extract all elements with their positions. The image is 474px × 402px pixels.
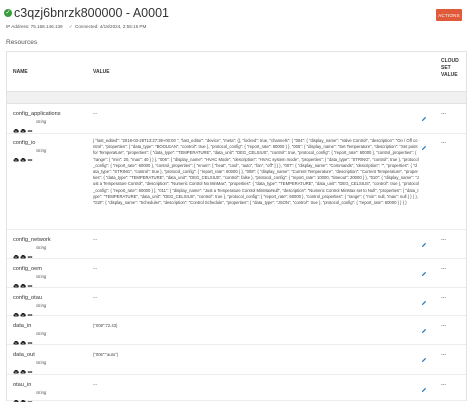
- resource-type: string: [36, 274, 47, 279]
- cloud-download-icon[interactable]: [20, 275, 26, 288]
- eye-icon[interactable]: [27, 120, 33, 132]
- cloud-set-value: ---: [441, 352, 446, 358]
- column-header-cloud-line1: CLOUD: [441, 58, 459, 64]
- eye-icon[interactable]: [27, 246, 33, 258]
- column-header-cloud-line3: VALUE: [441, 72, 458, 78]
- pencil-icon[interactable]: [421, 109, 427, 122]
- table-row: config_oemstring --- ---: [7, 259, 466, 288]
- resource-name: config_otau: [13, 295, 42, 301]
- resource-name: config_applications: [13, 111, 61, 117]
- pencil-icon[interactable]: [421, 380, 427, 393]
- table-row: config_otaustring --- ---: [7, 288, 466, 317]
- resource-name: otau_in: [13, 382, 32, 388]
- pencil-icon[interactable]: [421, 138, 427, 151]
- resource-type: string: [36, 119, 47, 124]
- resource-name: data_in: [13, 323, 32, 329]
- cloud-set-value: ---: [441, 237, 446, 243]
- eye-icon[interactable]: [27, 304, 33, 316]
- table-row: data_instring {"008":72.43} ---: [7, 316, 466, 345]
- cloud-download-icon[interactable]: [20, 332, 26, 345]
- resource-name: config_io: [13, 140, 36, 146]
- resource-name: config_oem: [13, 266, 42, 272]
- resource-icons: string: [13, 390, 47, 402]
- resource-value: {"006":"auto"}: [93, 352, 119, 357]
- cloud-upload-icon[interactable]: [13, 332, 19, 345]
- cloud-set-value: ---: [441, 382, 446, 388]
- resource-icons: string: [13, 245, 47, 259]
- check-circle-icon: ✓: [4, 9, 12, 17]
- ip-address: IP Address: 75.168.146.139: [6, 24, 63, 29]
- resource-name: data_out: [13, 352, 35, 358]
- cloud-set-value: ---: [441, 266, 446, 272]
- cloud-download-icon[interactable]: [20, 246, 26, 259]
- resource-icons: string: [13, 274, 47, 288]
- column-header-cloud-set-value: CLOUD SET VALUE: [441, 58, 459, 79]
- resource-value: { "last_edited": "2018-03-28T13:27:39+00…: [93, 138, 419, 206]
- resource-type: string: [36, 360, 47, 365]
- resource-icons: string: [13, 119, 47, 133]
- resource-icons: string: [13, 303, 47, 317]
- resource-value: ---: [93, 237, 98, 242]
- cloud-upload-icon[interactable]: [13, 361, 19, 374]
- eye-icon[interactable]: [27, 149, 33, 161]
- resource-icons: string: [13, 148, 47, 162]
- resource-name: config_network: [13, 237, 51, 243]
- cloud-set-value: ---: [441, 323, 446, 329]
- cloud-download-icon[interactable]: [20, 304, 26, 317]
- table-header: NAME VALUE CLOUD SET VALUE: [7, 52, 466, 92]
- pencil-icon[interactable]: [421, 321, 427, 334]
- device-header: ✓ c3qzj6bnrzk800000 - A0001 IP Address: …: [0, 0, 474, 36]
- resource-type: string: [36, 303, 47, 308]
- cloud-upload-icon[interactable]: [13, 304, 19, 317]
- check-icon: ✓: [68, 24, 73, 29]
- cloud-upload-icon[interactable]: [13, 246, 19, 259]
- table-row: config_applicationsstring --- ---: [7, 104, 466, 134]
- cloud-download-icon[interactable]: [20, 391, 26, 402]
- cloud-download-icon[interactable]: [20, 149, 26, 162]
- resource-icons: string: [13, 360, 47, 374]
- table-row: config_io string { "last_edited": "2018-03…: [7, 134, 466, 230]
- device-title: c3qzj6bnrzk800000 - A0001: [14, 6, 169, 20]
- cloud-set-value: ---: [441, 140, 446, 146]
- cloud-set-value: ---: [441, 295, 446, 301]
- resource-value: ---: [93, 266, 98, 271]
- column-header-value: VALUE: [93, 69, 110, 75]
- resource-icons: string: [13, 331, 47, 345]
- cloud-upload-icon[interactable]: [13, 275, 19, 288]
- resource-value: ---: [93, 295, 98, 300]
- column-header-cloud-line2: SET: [441, 65, 451, 71]
- eye-icon[interactable]: [27, 361, 33, 373]
- device-meta: IP Address: 75.168.146.139 ✓ Connected: …: [6, 24, 146, 30]
- resource-value: ---: [93, 111, 98, 116]
- pencil-icon[interactable]: [421, 350, 427, 363]
- actions-button[interactable]: ACTIONS: [436, 9, 462, 21]
- table-subheader: [7, 92, 466, 104]
- cloud-upload-icon[interactable]: [13, 149, 19, 162]
- eye-icon[interactable]: [27, 391, 33, 402]
- resources-heading: Resources: [6, 39, 38, 46]
- pencil-icon[interactable]: [421, 235, 427, 248]
- cloud-upload-icon[interactable]: [13, 391, 19, 402]
- resource-value: ---: [93, 382, 98, 387]
- resource-type: string: [36, 245, 47, 250]
- resources-table: NAME VALUE CLOUD SET VALUE config_applic…: [6, 51, 467, 402]
- resource-type: string: [36, 390, 47, 395]
- resource-value: {"008":72.43}: [93, 323, 118, 328]
- resource-type: string: [36, 148, 47, 153]
- eye-icon[interactable]: [27, 332, 33, 344]
- pencil-icon[interactable]: [421, 293, 427, 306]
- table-row: data_out string {"006":"auto"} ---: [7, 345, 466, 375]
- table-row: config_networkstring --- ---: [7, 230, 466, 259]
- cloud-set-value: ---: [441, 111, 446, 117]
- cloud-upload-icon[interactable]: [13, 120, 19, 133]
- pencil-icon[interactable]: [421, 264, 427, 277]
- resource-type: string: [36, 331, 47, 336]
- eye-icon[interactable]: [27, 275, 33, 287]
- column-header-name: NAME: [13, 69, 28, 75]
- cloud-download-icon[interactable]: [20, 361, 26, 374]
- table-row: otau_instring --- ---: [7, 375, 466, 402]
- connected-timestamp: Connected: 4/18/2024, 2:55:15 PM: [75, 24, 147, 29]
- cloud-download-icon[interactable]: [20, 120, 26, 133]
